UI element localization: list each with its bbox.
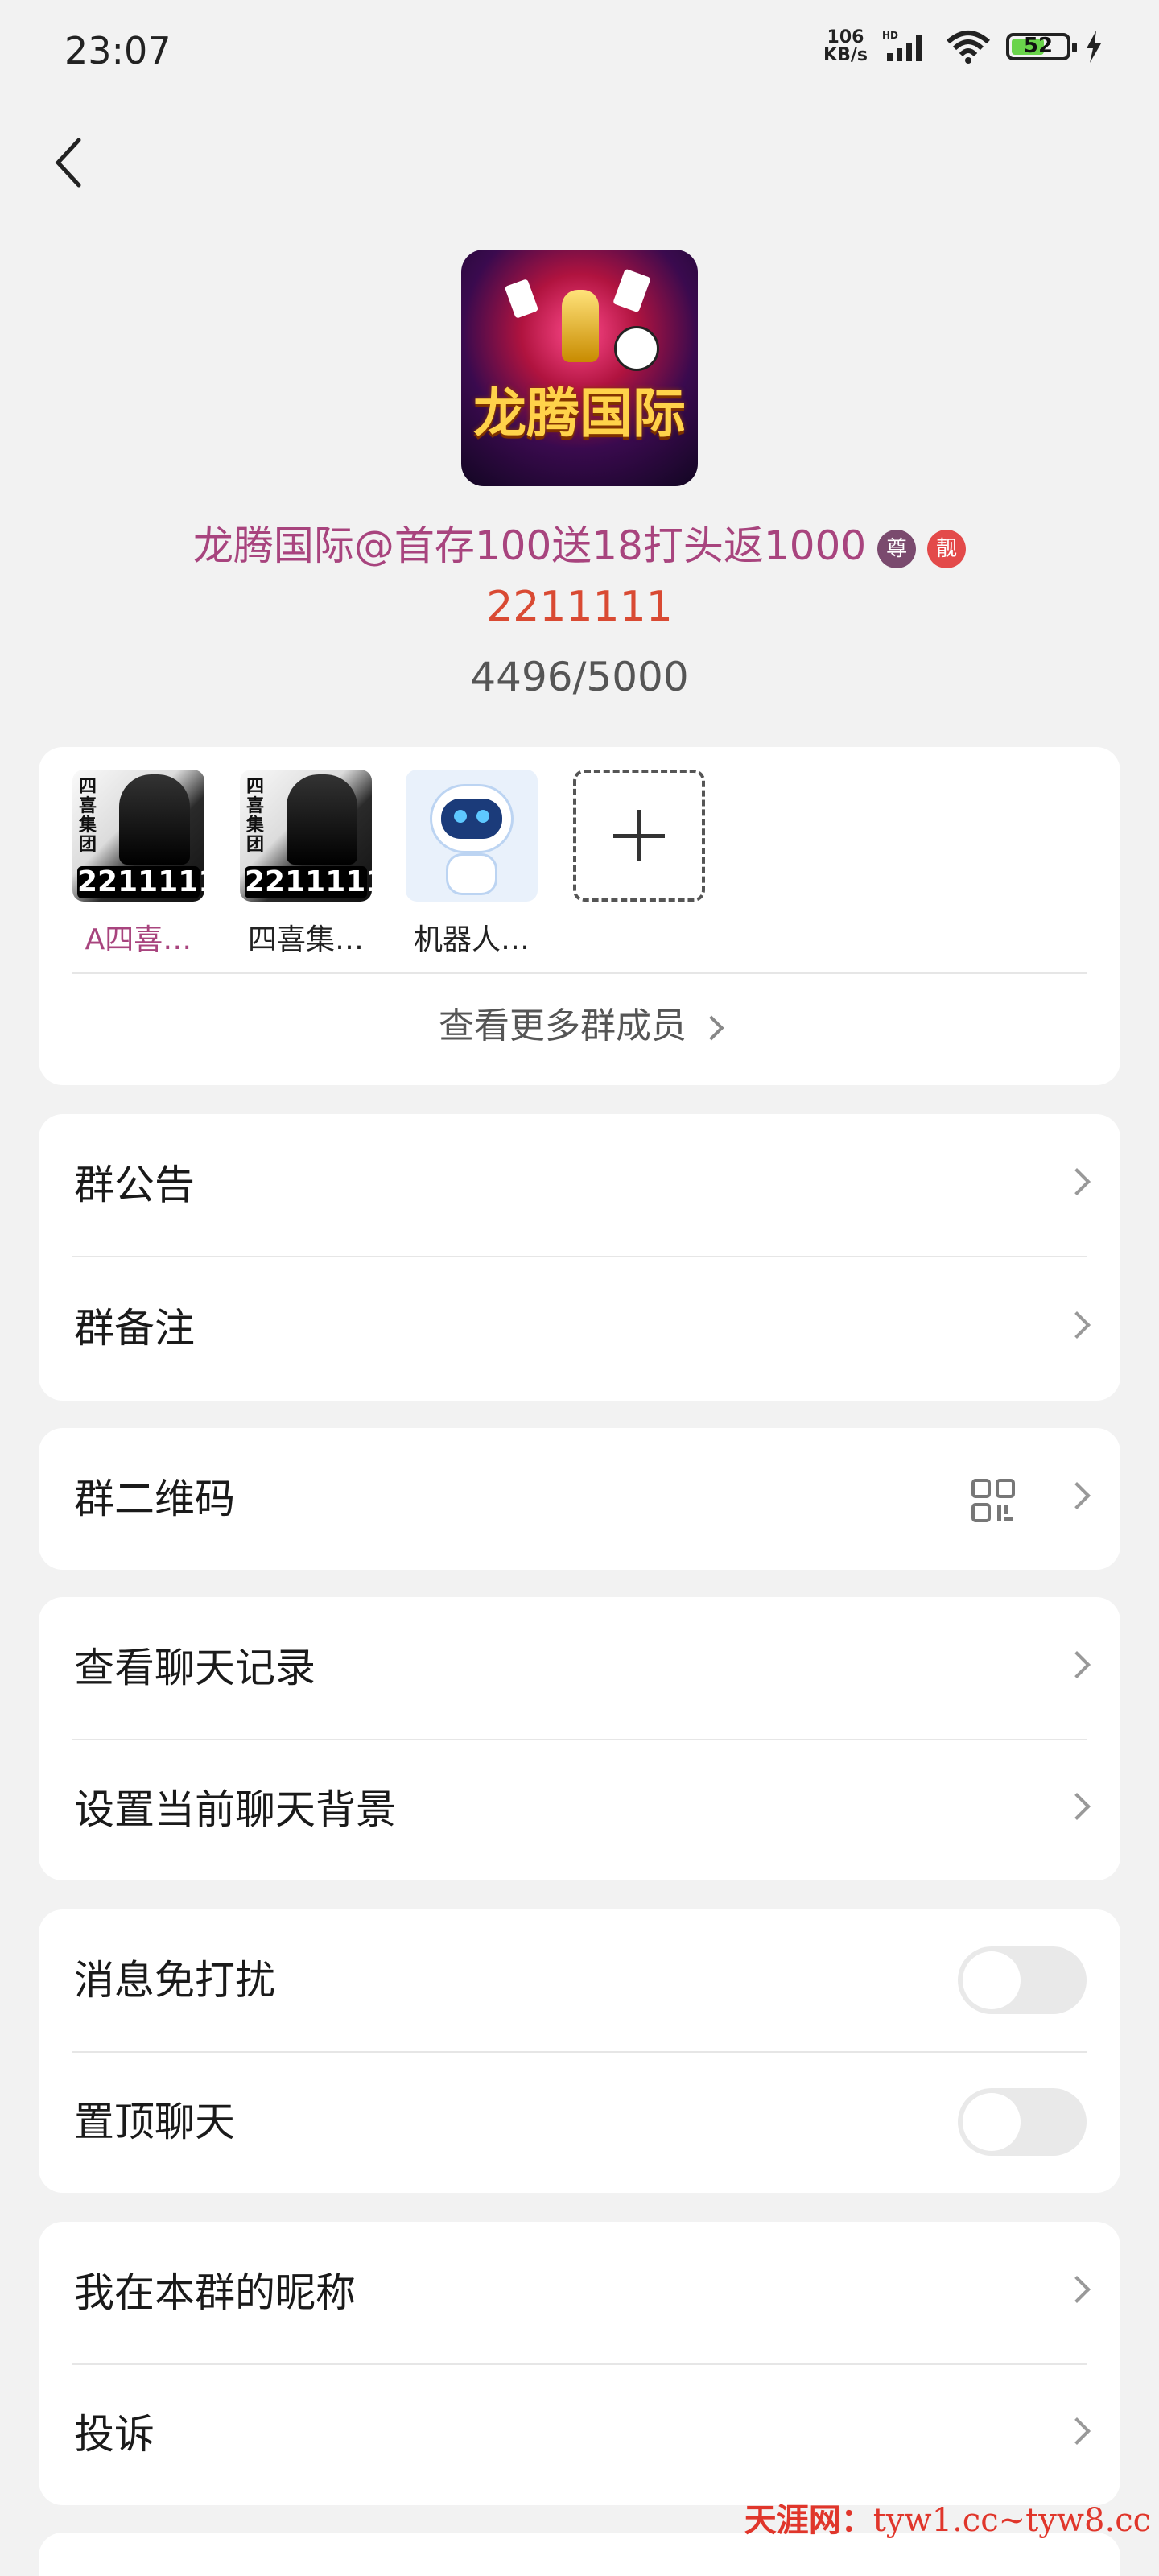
row-remark[interactable]: 群备注	[39, 1257, 1120, 1399]
settings-card-3: 查看聊天记录 设置当前聊天背景	[39, 1597, 1120, 1880]
members-card: 四喜集团 2211111 A四喜… 四喜集团 2211111 四喜集… 机器人……	[39, 747, 1120, 1085]
settings-card-5: 我在本群的昵称 投诉	[39, 2222, 1120, 2505]
chevron-right-icon	[1063, 1651, 1091, 1678]
settings-card-2: 群二维码	[39, 1428, 1120, 1570]
mute-toggle[interactable]	[958, 1946, 1087, 2014]
back-arrow-icon[interactable]	[50, 135, 87, 190]
member-item[interactable]: 四喜集团 2211111 四喜集…	[240, 770, 372, 958]
divider	[72, 972, 1087, 974]
battery-icon: 52	[1006, 33, 1077, 60]
svg-text:HD: HD	[882, 31, 898, 41]
row-announcement[interactable]: 群公告	[39, 1114, 1120, 1256]
chevron-right-icon	[1063, 2417, 1091, 2445]
watermark: 天涯网：tyw1.cc~tyw8.cc	[744, 2501, 1151, 2539]
robot-avatar	[406, 770, 538, 902]
add-member-button[interactable]	[573, 770, 705, 902]
qrcode-icon	[971, 1479, 1015, 1522]
row-qrcode[interactable]: 群二维码	[39, 1428, 1120, 1570]
member-name: 四喜集…	[247, 923, 364, 956]
group-name: 龙腾国际@首存100送18打头返1000 尊靓	[0, 514, 1159, 572]
row-chat-history[interactable]: 查看聊天记录	[39, 1597, 1120, 1739]
member-item[interactable]: 机器人…	[406, 770, 538, 958]
badge-zun-icon: 尊	[877, 529, 917, 568]
pin-toggle[interactable]	[958, 2088, 1087, 2156]
row-pin: 置顶聊天	[39, 2051, 1120, 2193]
settings-card-4: 消息免打扰 置顶聊天	[39, 1909, 1120, 2193]
badge-liang-icon: 靓	[927, 529, 967, 568]
chevron-right-icon	[1063, 2276, 1091, 2303]
member-item[interactable]: 四喜集团 2211111 A四喜…	[72, 770, 204, 958]
settings-card-1: 群公告 群备注	[39, 1114, 1120, 1401]
group-avatar[interactable]: 龙腾国际	[461, 250, 698, 486]
view-more-members-button[interactable]: 查看更多群成员	[39, 997, 1120, 1048]
status-icons: 106 KB/s HD 52	[823, 29, 1103, 64]
member-avatar: 四喜集团 2211111	[240, 770, 372, 902]
member-name: A四喜…	[85, 923, 192, 956]
chevron-right-icon	[1063, 1168, 1091, 1195]
chevron-right-icon	[1063, 1793, 1091, 1820]
member-count: 4496/5000	[470, 654, 689, 700]
row-report[interactable]: 投诉	[39, 2363, 1120, 2505]
wifi-icon	[947, 31, 990, 64]
group-id: 2211111	[486, 583, 673, 631]
member-name: 机器人…	[413, 923, 530, 956]
chevron-right-icon	[699, 1015, 724, 1041]
charging-icon	[1087, 31, 1101, 63]
signal-icon: HD	[882, 31, 922, 61]
row-chat-background[interactable]: 设置当前聊天背景	[39, 1739, 1120, 1880]
row-mute: 消息免打扰	[39, 1909, 1120, 2051]
row-nickname[interactable]: 我在本群的昵称	[39, 2222, 1120, 2363]
member-avatar: 四喜集团 2211111	[72, 770, 204, 902]
chevron-right-icon	[1063, 1311, 1091, 1339]
network-speed: 106 KB/s	[823, 27, 868, 65]
status-time: 23:07	[64, 29, 171, 72]
chevron-right-icon	[1063, 1482, 1091, 1509]
